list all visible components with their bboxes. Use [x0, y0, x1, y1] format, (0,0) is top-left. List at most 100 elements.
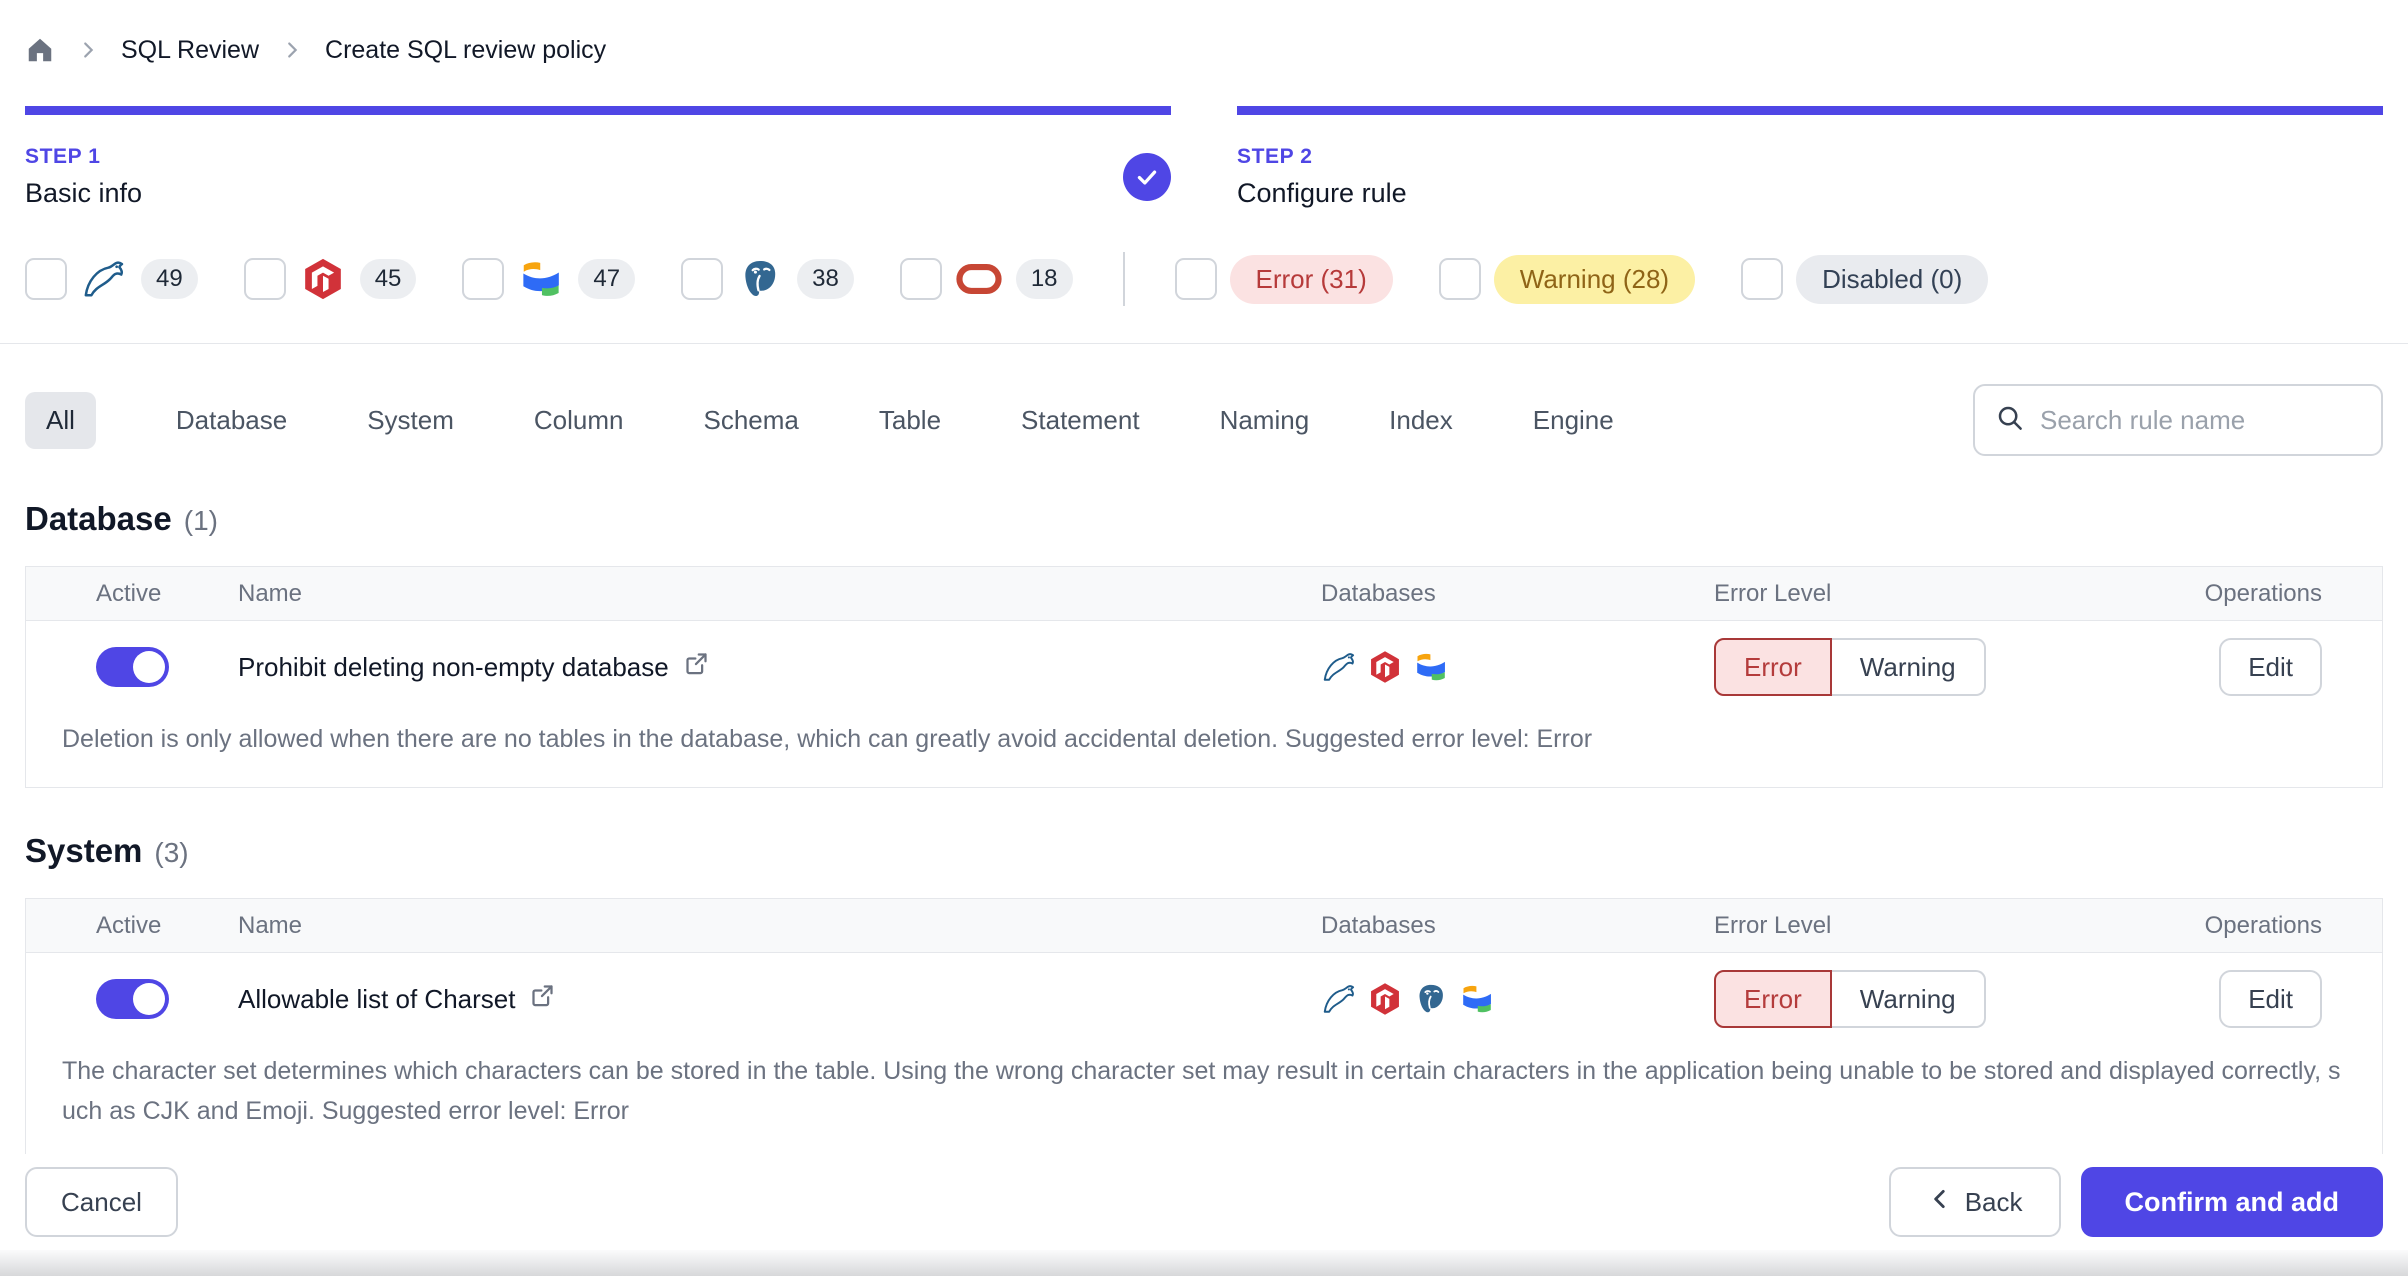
oceanbase-icon — [517, 255, 565, 303]
oracle-checkbox[interactable] — [899, 258, 942, 300]
step-1-title: Basic info — [25, 178, 143, 208]
oracle-icon — [955, 255, 1003, 303]
oceanbase-icon — [1413, 649, 1449, 685]
postgresql-icon — [1413, 981, 1449, 1017]
database-rules-table: Active Name Databases Error Level Operat… — [25, 566, 2383, 788]
tab-statement[interactable]: Statement — [1021, 392, 1140, 449]
filter-level-disabled: Disabled (0) — [1741, 254, 1989, 304]
category-tabs: All Database System Column Schema Table … — [25, 391, 1614, 449]
toggle-knob — [133, 651, 165, 683]
database-section-count: (1) — [183, 505, 218, 536]
search-icon — [1995, 403, 2025, 438]
confirm-and-add-button[interactable]: Confirm and add — [2080, 1167, 2383, 1237]
rule-database-icons — [1321, 649, 1714, 685]
mysql-icon — [1321, 649, 1357, 685]
rule-active-toggle[interactable] — [96, 647, 169, 687]
oceanbase-icon — [1459, 981, 1495, 1017]
back-button[interactable]: Back — [1888, 1167, 2061, 1237]
step-2[interactable]: STEP 2 Configure rule — [1237, 106, 2383, 209]
external-link-icon[interactable] — [683, 650, 710, 684]
tab-system[interactable]: System — [367, 392, 454, 449]
step-1-completed-check-icon — [1123, 153, 1171, 201]
mysql-icon — [1321, 981, 1357, 1017]
col-header-name: Name — [238, 911, 303, 939]
oceanbase-checkbox[interactable] — [462, 258, 505, 300]
rule-active-toggle[interactable] — [96, 979, 169, 1019]
error-level-button[interactable]: Error — [1714, 970, 1832, 1028]
tab-database[interactable]: Database — [176, 392, 287, 449]
warning-level-pill: Warning (28) — [1493, 254, 1696, 304]
footer-action-bar: Cancel Back Confirm and add — [0, 1154, 2408, 1250]
rule-name: Prohibit deleting non-empty database — [238, 651, 669, 682]
postgresql-checkbox[interactable] — [681, 258, 724, 300]
database-section-title: Database — [25, 500, 172, 537]
edit-button[interactable]: Edit — [2219, 970, 2322, 1028]
warning-level-checkbox[interactable] — [1438, 258, 1481, 300]
filter-engine-oceanbase: 47 — [462, 255, 636, 303]
database-section-header: Database (1) — [0, 500, 2408, 538]
mysql-icon — [80, 255, 128, 303]
cancel-button[interactable]: Cancel — [25, 1167, 178, 1237]
error-level-segmented: Error Warning — [1714, 970, 1986, 1028]
oracle-count-badge: 18 — [1015, 259, 1073, 299]
breadcrumb-sql-review[interactable]: SQL Review — [121, 36, 259, 65]
system-rules-table: Active Name Databases Error Level Operat… — [25, 898, 2383, 1160]
tab-schema[interactable]: Schema — [704, 392, 799, 449]
tab-table[interactable]: Table — [879, 392, 941, 449]
search-rule-input[interactable] — [2040, 404, 2361, 436]
mysql-count-badge: 49 — [141, 259, 198, 299]
table-header-row: Active Name Databases Error Level Operat… — [26, 899, 2382, 953]
col-header-error-level: Error Level — [1714, 911, 1832, 939]
col-header-name: Name — [238, 579, 303, 607]
tidb-checkbox[interactable] — [243, 258, 286, 300]
col-header-active: Active — [96, 579, 162, 607]
tab-all[interactable]: All — [25, 391, 96, 449]
filter-level-warning: Warning (28) — [1438, 254, 1696, 304]
rule-name: Allowable list of Charset — [238, 983, 516, 1014]
category-tabs-row: All Database System Column Schema Table … — [0, 384, 2408, 456]
filter-bar: 49 45 47 38 18 Error (31) Warning (28) D… — [0, 251, 2408, 307]
tidb-icon — [299, 255, 347, 303]
mysql-checkbox[interactable] — [25, 258, 67, 300]
tidb-icon — [1367, 981, 1403, 1017]
col-header-active: Active — [96, 911, 162, 939]
tidb-icon — [1367, 649, 1403, 685]
system-section-title: System — [25, 832, 143, 869]
rule-description: The character set determines which chara… — [62, 1057, 2341, 1125]
filter-engine-mysql: 49 — [25, 255, 198, 303]
home-icon[interactable] — [25, 35, 55, 65]
tab-index[interactable]: Index — [1389, 392, 1453, 449]
step-1[interactable]: STEP 1 Basic info — [25, 106, 1171, 209]
breadcrumb-current-page: Create SQL review policy — [325, 35, 607, 64]
table-header-row: Active Name Databases Error Level Operat… — [26, 567, 2382, 621]
filter-divider — [1122, 252, 1125, 306]
filter-engine-tidb: 45 — [243, 255, 417, 303]
warning-level-button[interactable]: Warning — [1831, 638, 1986, 696]
external-link-icon[interactable] — [529, 982, 556, 1016]
error-level-button[interactable]: Error — [1714, 638, 1832, 696]
tab-engine[interactable]: Engine — [1533, 392, 1614, 449]
tab-column[interactable]: Column — [534, 392, 624, 449]
chevron-left-icon — [1927, 1186, 1953, 1219]
postgresql-count-badge: 38 — [797, 259, 854, 299]
col-header-databases: Databases — [1321, 579, 1436, 607]
col-header-databases: Databases — [1321, 911, 1436, 939]
filter-engine-oracle: 18 — [899, 255, 1073, 303]
error-level-checkbox[interactable] — [1174, 258, 1217, 300]
error-level-segmented: Error Warning — [1714, 638, 1986, 696]
table-row: Prohibit deleting non-empty database Err… — [26, 621, 2382, 713]
warning-level-button[interactable]: Warning — [1831, 970, 1986, 1028]
oceanbase-count-badge: 47 — [578, 259, 636, 299]
error-level-pill: Error (31) — [1229, 254, 1393, 304]
bottom-edge-shadow — [0, 1250, 2408, 1276]
disabled-level-checkbox[interactable] — [1741, 258, 1784, 300]
tidb-count-badge: 45 — [359, 259, 417, 299]
edit-button[interactable]: Edit — [2219, 638, 2322, 696]
tab-naming[interactable]: Naming — [1220, 392, 1310, 449]
system-section-header: System (3) — [0, 832, 2408, 870]
breadcrumb: SQL Review Create SQL review policy — [0, 0, 2408, 72]
step-indicator: STEP 1 Basic info STEP 2 Configure rule — [0, 106, 2408, 209]
step-1-label: STEP 1 — [25, 145, 101, 168]
back-button-label: Back — [1964, 1186, 2023, 1217]
search-rule-box — [1973, 384, 2383, 456]
